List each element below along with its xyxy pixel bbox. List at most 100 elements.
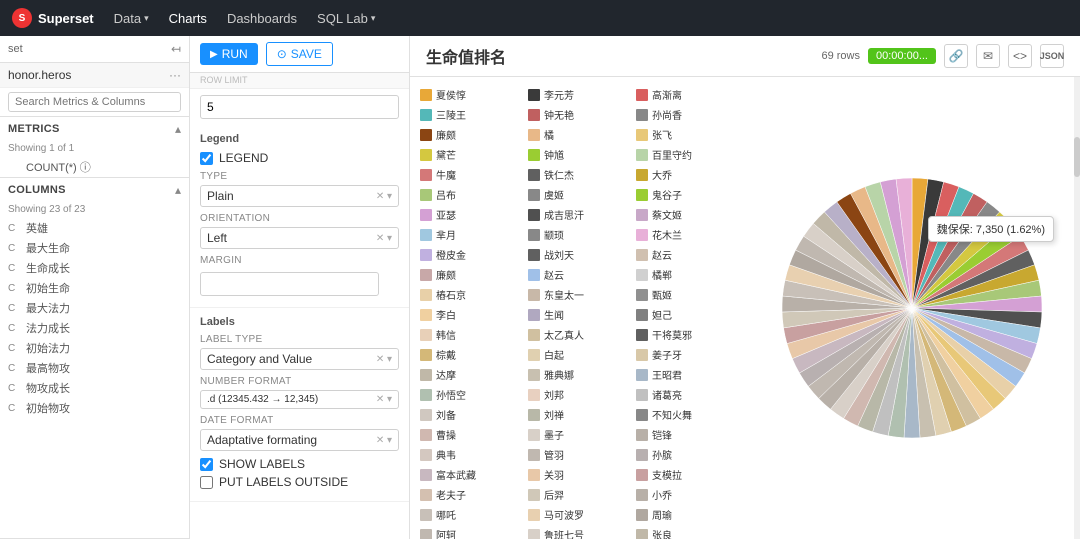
metrics-section-header[interactable]: Metrics ▴ — [0, 117, 189, 141]
legend-color — [636, 429, 648, 441]
legend-item: 后羿 — [528, 485, 632, 504]
legend-color — [636, 89, 648, 101]
legend-text: 吕布 — [436, 187, 456, 202]
legend-color — [420, 269, 432, 281]
legend-color — [420, 229, 432, 241]
nav-charts[interactable]: Charts — [169, 11, 207, 26]
legend-text: 橘郸 — [652, 267, 672, 282]
sidebar-db-item[interactable]: honor.heros ··· — [0, 63, 189, 88]
number-format-label: NUMBER FORMAT — [200, 376, 399, 387]
legend-item: 战刘天 — [528, 245, 632, 264]
search-input[interactable] — [8, 92, 181, 112]
legend-text: 黛芒 — [436, 147, 456, 162]
metrics-item[interactable]: COUNT(*) ⓘ — [0, 157, 189, 177]
legend-color — [420, 289, 432, 301]
legend-text: 李白 — [436, 307, 456, 322]
margin-input[interactable] — [200, 272, 379, 296]
legend-text: 成吉思汗 — [544, 207, 584, 222]
legend-text: 富本武藏 — [436, 467, 476, 482]
legend-item: 阿轲 — [420, 525, 524, 539]
legend-color — [636, 489, 648, 501]
legend-label: LEGEND — [219, 151, 268, 165]
legend-text: 虞姬 — [544, 187, 564, 202]
nav-sqllab[interactable]: SQL Lab ▾ — [317, 11, 375, 26]
legend-item: 东皇太一 — [528, 285, 632, 304]
column-item[interactable]: C最大法力 — [0, 298, 189, 318]
collapse-icon[interactable]: ↤ — [171, 42, 181, 56]
col-name: 生命成长 — [26, 260, 70, 276]
label-type-value: Category and Value — [207, 352, 312, 366]
col-name: 初始法力 — [26, 340, 70, 356]
col-name: 最大生命 — [26, 240, 70, 256]
metric-name: COUNT(*) ⓘ — [26, 159, 91, 175]
row-limit-input[interactable] — [200, 95, 399, 119]
scrollbar[interactable] — [1074, 77, 1080, 539]
legend-color — [420, 169, 432, 181]
legend-color — [636, 529, 648, 539]
legend-item: 赵云 — [528, 265, 632, 284]
middle-panel: ▶ RUN ⊙ SAVE ROW LIMIT Legend LEGEND TYP… — [190, 36, 410, 539]
legend-color — [528, 269, 540, 281]
legend-color — [636, 249, 648, 261]
logo-text: Superset — [38, 11, 94, 26]
date-format-select[interactable]: Adaptative formating ✕ ▾ — [200, 429, 399, 451]
legend-item: 甄姬 — [636, 285, 740, 304]
legend-text: 管羽 — [544, 447, 564, 462]
legend-item: 成吉思汗 — [528, 205, 632, 224]
legend-color — [420, 329, 432, 341]
nav-dashboards[interactable]: Dashboards — [227, 11, 297, 26]
legend-color — [528, 469, 540, 481]
logo[interactable]: S Superset — [12, 8, 94, 28]
legend-item: 诸葛亮 — [636, 385, 740, 404]
legend-text: 钟馗 — [544, 147, 564, 162]
nav-data[interactable]: Data ▾ — [114, 11, 149, 26]
legend-text: 夏侯惇 — [436, 87, 466, 102]
legend-item: 妲己 — [636, 305, 740, 324]
column-item[interactable]: C生命成长 — [0, 258, 189, 278]
legend-item: 亚瑟 — [420, 205, 524, 224]
column-item[interactable]: C英雄 — [0, 218, 189, 238]
legend-text: 张飞 — [652, 127, 672, 142]
legend-item: 刘邦 — [528, 385, 632, 404]
legend-color — [528, 449, 540, 461]
column-item[interactable]: C初始法力 — [0, 338, 189, 358]
legend-color — [420, 509, 432, 521]
legend-section: Legend LEGEND TYPE Plain ✕ ▾ ORIENTATION… — [190, 125, 409, 308]
legend-text: 鬼谷子 — [652, 187, 682, 202]
legend-text: 诸葛亮 — [652, 387, 682, 402]
label-type-select[interactable]: Category and Value ✕ ▾ — [200, 348, 399, 370]
col-name: 最大法力 — [26, 300, 70, 316]
json-icon[interactable]: JSON — [1040, 44, 1064, 68]
column-item[interactable]: C法力成长 — [0, 318, 189, 338]
legend-color — [636, 289, 648, 301]
column-item[interactable]: C最大生命 — [0, 238, 189, 258]
legend-text: 花木兰 — [652, 227, 682, 242]
column-item[interactable]: C初始物攻 — [0, 398, 189, 418]
legend-checkbox[interactable] — [200, 152, 213, 165]
orientation-select[interactable]: Left ✕ ▾ — [200, 227, 399, 249]
legend-item: 三陵王 — [420, 105, 524, 124]
legend-color — [420, 429, 432, 441]
column-item[interactable]: C初始生命 — [0, 278, 189, 298]
legend-text: 典韦 — [436, 447, 456, 462]
column-item[interactable]: C最高物攻 — [0, 358, 189, 378]
code-icon[interactable]: <> — [1008, 44, 1032, 68]
save-button[interactable]: ⊙ SAVE — [266, 42, 333, 66]
labels-section: Labels LABEL TYPE Category and Value ✕ ▾… — [190, 308, 409, 502]
show-labels-checkbox[interactable] — [200, 458, 213, 471]
legend-color — [636, 189, 648, 201]
legend-area: 夏侯惇李元芳高渐离三陵王钟无艳孙尚香廉颇橘张飞黛芒钟馗百里守约牛魔铁仁杰大乔吕布… — [410, 77, 750, 539]
run-button[interactable]: ▶ RUN — [200, 43, 258, 65]
number-format-select[interactable]: .d (12345.432 → 12,345) ✕ ▾ — [200, 390, 399, 409]
put-labels-outside-checkbox[interactable] — [200, 476, 213, 489]
columns-section-header[interactable]: Columns ▴ — [0, 178, 189, 202]
legend-color — [528, 409, 540, 421]
column-item[interactable]: C物攻成长 — [0, 378, 189, 398]
legend-text: 达摩 — [436, 367, 456, 382]
legend-item: 墨子 — [528, 425, 632, 444]
link-icon[interactable]: 🔗 — [944, 44, 968, 68]
show-labels-label: SHOW LABELS — [219, 457, 305, 471]
type-select[interactable]: Plain ✕ ▾ — [200, 185, 399, 207]
sidebar-db-menu[interactable]: ··· — [169, 68, 181, 82]
mail-icon[interactable]: ✉ — [976, 44, 1000, 68]
